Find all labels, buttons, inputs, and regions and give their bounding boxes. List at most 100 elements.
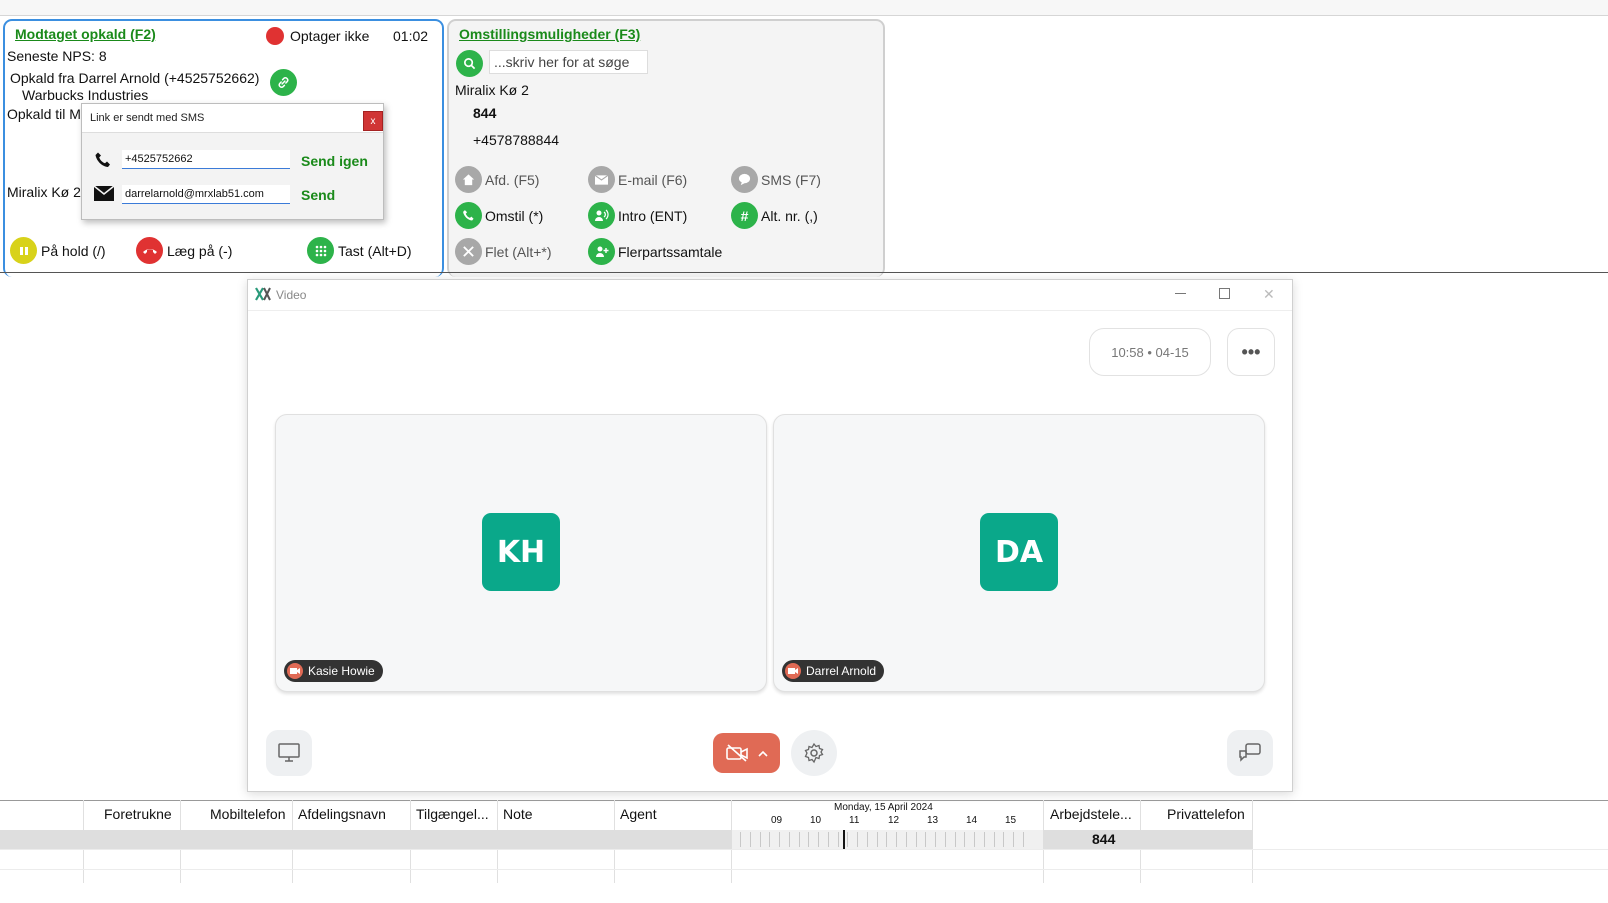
maximize-icon[interactable] xyxy=(1219,288,1230,299)
chevron-up-icon xyxy=(757,750,768,757)
col-header-agent[interactable]: Agent xyxy=(620,806,657,822)
caller-company: Warbucks Industries xyxy=(22,87,149,103)
email-field[interactable]: darrelarnold@mrxlab51.com xyxy=(122,185,290,204)
timeline-tick xyxy=(818,832,819,847)
timeline-hour-label: 14 xyxy=(966,815,978,826)
participant-name-tag: Kasie Howie xyxy=(284,660,383,682)
popup-close-button[interactable]: x xyxy=(363,111,383,131)
search-input[interactable]: ...skriv her for at søge xyxy=(489,50,648,74)
participant-name-tag: Darrel Arnold xyxy=(782,660,885,682)
timeline-hour-label: 13 xyxy=(927,815,939,826)
col-header-department[interactable]: Afdelingsnavn xyxy=(298,806,386,822)
search-icon[interactable] xyxy=(456,50,483,77)
col-header-availability[interactable]: Tilgængel... xyxy=(416,806,489,822)
panel-title[interactable]: Omstillingsmuligheder (F3) xyxy=(459,26,640,42)
merge-label: Flet (Alt+*) xyxy=(485,243,552,260)
intro-label: Intro (ENT) xyxy=(618,207,688,224)
sms-link-popup: Link er sendt med SMS x +4525752662 Send… xyxy=(81,103,384,220)
screen-share-button[interactable] xyxy=(266,730,312,776)
department-button[interactable]: Afd. (F5) xyxy=(455,166,539,193)
timeline-tick xyxy=(779,832,780,847)
work-phone-cell[interactable]: 844 xyxy=(1092,831,1115,847)
camera-off-icon xyxy=(785,663,801,679)
timeline-tick xyxy=(1013,832,1014,847)
merge-button[interactable]: Flet (Alt+*) xyxy=(455,238,552,265)
send-button[interactable]: Send xyxy=(301,187,335,203)
chat-icon xyxy=(1239,743,1261,762)
col-header-favorites[interactable]: Foretrukne xyxy=(104,806,172,822)
chat-button[interactable] xyxy=(1227,730,1273,776)
hangup-icon xyxy=(136,237,163,264)
camera-off-icon xyxy=(725,744,748,762)
hangup-label: Læg på (-) xyxy=(167,242,233,259)
keypad-label: Tast (Alt+D) xyxy=(338,242,412,259)
timeline-tick xyxy=(915,832,917,847)
video-window-title: Video xyxy=(276,288,307,302)
timeline-tick xyxy=(935,832,936,847)
hangup-button[interactable]: Læg på (-) xyxy=(136,237,232,264)
alt-number-label: Alt. nr. (,) xyxy=(761,207,818,224)
timeline-tick xyxy=(896,832,897,847)
more-options-icon[interactable]: ••• xyxy=(1227,328,1275,376)
col-header-mobile[interactable]: Mobiltelefon xyxy=(210,806,286,822)
panel-title[interactable]: Modtaget opkald (F2) xyxy=(15,26,156,42)
minimize-icon[interactable] xyxy=(1175,293,1186,294)
avatar: DA xyxy=(980,513,1058,591)
timeline-tick xyxy=(857,832,858,847)
camera-toggle-button[interactable] xyxy=(713,733,780,773)
timeline-tick xyxy=(798,832,800,847)
time-date-pill: 10:58 • 04-15 xyxy=(1089,328,1211,376)
extension: 844 xyxy=(473,105,497,121)
row-divider xyxy=(0,849,1608,850)
row-divider xyxy=(0,869,1608,870)
app-logo-icon xyxy=(255,287,271,306)
hash-icon: # xyxy=(731,202,758,229)
col-header-note[interactable]: Note xyxy=(503,806,533,822)
col-header-private-phone[interactable]: Privattelefon xyxy=(1167,806,1245,822)
timeline-tick xyxy=(925,832,927,847)
timeline-hour-label: 09 xyxy=(771,815,783,826)
timeline-hour-label: 10 xyxy=(810,815,822,826)
video-window: Video ✕ 10:58 • 04-15 ••• KH Kasie Howie… xyxy=(247,279,1293,792)
timeline-tick xyxy=(993,832,995,847)
participant-tile: DA Darrel Arnold xyxy=(773,414,1265,692)
nps-score: Seneste NPS: 8 xyxy=(7,48,107,64)
envelope-icon xyxy=(588,166,615,193)
popup-title: Link er sendt med SMS xyxy=(90,112,205,124)
record-indicator-icon[interactable] xyxy=(266,27,284,45)
timeline-tick xyxy=(964,832,966,847)
timeline-hour-label: 12 xyxy=(888,815,900,826)
hold-button[interactable]: På hold (/) xyxy=(10,237,106,264)
keypad-button[interactable]: Tast (Alt+D) xyxy=(307,237,412,264)
intro-button[interactable]: Intro (ENT) xyxy=(588,202,687,229)
settings-button[interactable] xyxy=(791,730,837,776)
transfer-button[interactable]: Omstil (*) xyxy=(455,202,543,229)
transfer-label: Omstil (*) xyxy=(485,207,544,224)
close-icon[interactable]: ✕ xyxy=(1263,286,1275,303)
timeline-tick xyxy=(1022,832,1024,847)
table-row[interactable] xyxy=(0,830,1253,849)
sms-button[interactable]: SMS (F7) xyxy=(731,166,821,193)
timeline-tick xyxy=(944,832,946,847)
department-label: Afd. (F5) xyxy=(485,171,540,188)
multiparty-button[interactable]: Flerpartssamtale xyxy=(588,238,722,265)
phone-field[interactable]: +4525752662 xyxy=(122,150,290,169)
alt-number-button[interactable]: # Alt. nr. (,) xyxy=(731,202,818,229)
gear-icon xyxy=(804,742,824,764)
email-button[interactable]: E-mail (F6) xyxy=(588,166,687,193)
link-icon[interactable] xyxy=(270,69,297,96)
resend-button[interactable]: Send igen xyxy=(301,153,368,169)
queue-name: Miralix Kø 2 xyxy=(7,184,81,200)
participant-tile: KH Kasie Howie xyxy=(275,414,767,692)
phone-number: +4578788844 xyxy=(473,132,560,148)
call-to: Opkald til Mi xyxy=(7,106,85,122)
pause-icon xyxy=(10,237,37,264)
timeline-tick xyxy=(808,832,810,847)
merge-icon xyxy=(455,238,482,265)
timeline-tick xyxy=(788,832,790,847)
section-divider xyxy=(0,272,1608,273)
monitor-icon xyxy=(278,743,300,762)
col-header-work-phone[interactable]: Arbejdstele... xyxy=(1050,806,1132,822)
mail-icon xyxy=(93,185,115,206)
call-timer: 01:02 xyxy=(393,28,429,44)
